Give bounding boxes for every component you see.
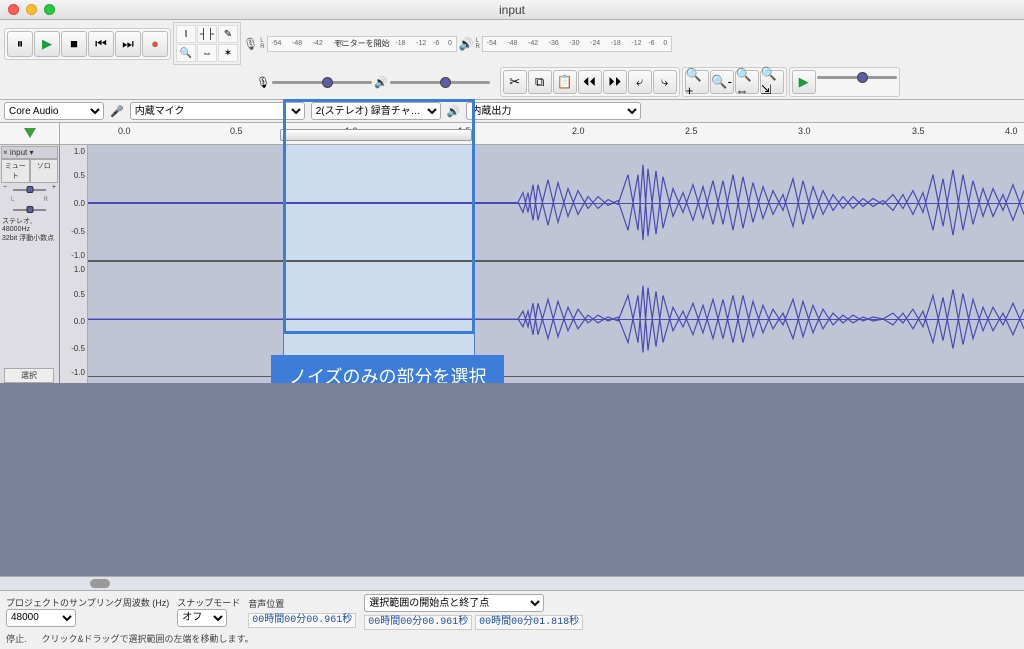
play-lr-label: L R — [476, 38, 480, 50]
recording-device-select[interactable]: 内蔵マイク — [130, 102, 305, 120]
track-format-info: ステレオ, 48000Hz 32bit 浮動小数点 — [1, 217, 58, 244]
rec-lr-label: L R — [260, 38, 264, 50]
audio-position-display[interactable]: 00時間00分00.961秒 — [248, 613, 356, 628]
play-at-speed-button[interactable]: ▶ — [792, 70, 816, 94]
pause-button[interactable]: ⏸ — [7, 31, 33, 57]
envelope-tool[interactable]: ┤├ — [197, 25, 217, 43]
fit-selection-button[interactable]: 🔍⇔ — [735, 70, 759, 94]
recording-meter[interactable]: 🎙 L R -54 -48 -42 -36 モニターを開始 -18 -12 -6… — [243, 36, 457, 52]
main-toolbar: ⏸ ▶ ■ ⏮ ⏭ ● I ┤├ ✎ 🔍 ⇔ ✶ 🎙 L R -54 -48 -… — [0, 20, 1024, 100]
traffic-lights — [8, 4, 55, 15]
play-at-speed-toolbar: ▶ — [789, 67, 900, 97]
minimize-window-button[interactable] — [26, 4, 37, 15]
draw-tool[interactable]: ✎ — [218, 25, 238, 43]
track-area: × input ▾ ミュート ソロ −+ LR ステレオ, 48000Hz 32… — [0, 145, 1024, 383]
gain-slider[interactable]: −+ — [1, 185, 58, 195]
skip-end-button[interactable]: ⏭ — [115, 31, 141, 57]
audio-host-select[interactable]: Core Audio — [4, 102, 104, 120]
mic-icon: 🎙 — [243, 37, 258, 51]
solo-button[interactable]: ソロ — [30, 159, 59, 183]
device-toolbar: Core Audio 🎤 内蔵マイク 2(ステレオ) 録音チャ… 🔊 内蔵出力 — [0, 100, 1024, 123]
cut-button[interactable]: ✂ — [503, 70, 527, 94]
mic-icon: 🎤 — [110, 105, 124, 118]
playback-volume-slider[interactable] — [390, 75, 490, 89]
waveform-channel-left[interactable] — [88, 145, 1024, 261]
playback-meter[interactable]: 🔊 L R -54 -48 -42 -36 -30 -24 -18 -12 -6… — [459, 36, 672, 52]
spk-slider-icon: 🔊 — [374, 76, 388, 89]
selection-tool[interactable]: I — [176, 25, 196, 43]
play-speed-slider[interactable] — [817, 70, 897, 84]
multi-tool[interactable]: ✶ — [218, 44, 238, 62]
track-control-panel[interactable]: × input ▾ ミュート ソロ −+ LR ステレオ, 48000Hz 32… — [0, 145, 60, 383]
empty-track-area — [0, 383, 1024, 590]
speaker-icon: 🔊 — [459, 37, 474, 51]
pin-toggle[interactable] — [0, 123, 60, 144]
pan-slider[interactable] — [1, 205, 58, 215]
zoom-toolbar: 🔍+ 🔍- 🔍⇔ 🔍⇲ — [682, 67, 787, 97]
status-bar: プロジェクトのサンプリング周波数 (Hz) 48000 スナップモード オフ 音… — [0, 590, 1024, 649]
waveform-svg — [88, 262, 1024, 376]
annotation-highlight-box — [283, 99, 475, 334]
waveform-channel-right[interactable] — [88, 261, 1024, 377]
snap-mode-select[interactable]: オフ — [177, 609, 227, 627]
project-rate-select[interactable]: 48000 — [6, 609, 76, 627]
redo-button[interactable]: ⤷ — [653, 70, 677, 94]
timeshift-tool[interactable]: ⇔ — [197, 44, 217, 62]
trim-button[interactable]: ⏴⏴ — [578, 70, 602, 94]
recording-volume-slider[interactable] — [272, 75, 372, 89]
timeline-ruler[interactable]: 0.0 0.5 1.0 1.5 2.0 2.5 3.0 3.5 4.0 — [0, 123, 1024, 145]
status-hint: クリック&ドラッグで選択範囲の左端を移動します。 — [42, 634, 254, 644]
play-button[interactable]: ▶ — [34, 31, 60, 57]
copy-button[interactable]: ⧉ — [528, 70, 552, 94]
undo-button[interactable]: ⤶ — [628, 70, 652, 94]
vertical-scale[interactable]: 1.0 0.5 0.0 -0.5 -1.0 1.0 0.5 0.0 -0.5 -… — [60, 145, 88, 383]
window-title: input — [499, 3, 525, 17]
pin-icon — [24, 128, 36, 140]
waveform-display[interactable] — [88, 145, 1024, 383]
status-state: 停止. — [6, 634, 27, 644]
snap-mode-label: スナップモード — [177, 596, 240, 609]
playback-device-select[interactable]: 内蔵出力 — [466, 102, 641, 120]
selection-mode-select[interactable]: 選択範囲の開始点と終了点 — [364, 594, 544, 612]
project-rate-label: プロジェクトのサンプリング周波数 (Hz) — [6, 596, 169, 609]
tools-toolbar: I ┤├ ✎ 🔍 ⇔ ✶ — [173, 22, 241, 65]
waveform-svg — [88, 145, 1024, 260]
zoom-tool[interactable]: 🔍 — [176, 44, 196, 62]
mute-button[interactable]: ミュート — [1, 159, 30, 183]
zoom-window-button[interactable] — [44, 4, 55, 15]
silence-button[interactable]: ⏵⏵ — [603, 70, 627, 94]
paste-button[interactable]: 📋 — [553, 70, 577, 94]
close-window-button[interactable] — [8, 4, 19, 15]
stop-button[interactable]: ■ — [61, 31, 87, 57]
skip-start-button[interactable]: ⏮ — [88, 31, 114, 57]
record-button[interactable]: ● — [142, 31, 168, 57]
transport-toolbar: ⏸ ▶ ■ ⏮ ⏭ ● — [4, 28, 171, 60]
horizontal-scrollbar[interactable] — [0, 576, 1024, 590]
audio-position-label: 音声位置 — [248, 597, 356, 610]
zoom-out-button[interactable]: 🔍- — [710, 70, 734, 94]
mic-slider-icon: 🎙 — [256, 76, 270, 89]
zoom-in-button[interactable]: 🔍+ — [685, 70, 709, 94]
edit-toolbar: ✂ ⧉ 📋 ⏴⏴ ⏵⏵ ⤶ ⤷ — [500, 67, 680, 97]
track-select-button[interactable]: 選択 — [4, 368, 54, 383]
window-titlebar: input — [0, 0, 1024, 20]
fit-project-button[interactable]: 🔍⇲ — [760, 70, 784, 94]
